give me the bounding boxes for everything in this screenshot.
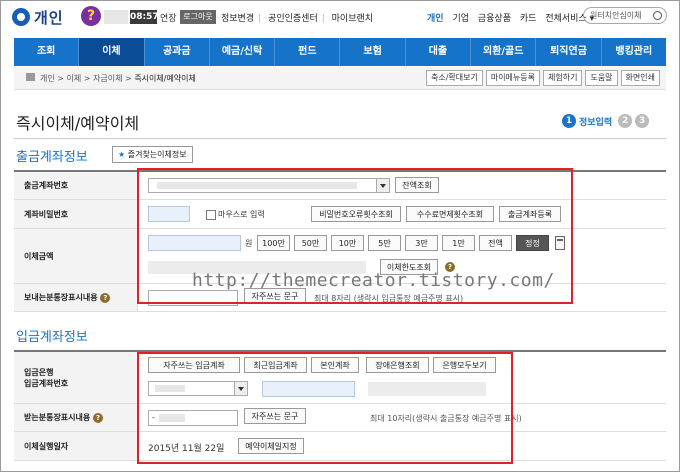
withdraw-account-label: 출금계좌번호 bbox=[14, 172, 138, 199]
top-link-profile[interactable]: 정보변경 bbox=[221, 14, 254, 24]
nav-loan[interactable]: 대출 bbox=[406, 38, 472, 66]
sender-memo-label: 보내는분통장표시내용 ? bbox=[14, 284, 138, 311]
favorite-transfer-label: 즐겨찾는이체정보 bbox=[127, 150, 187, 159]
nav-utility[interactable]: 공과금 bbox=[145, 38, 210, 66]
watermark: http://themecreator.tistory.com/ bbox=[192, 270, 555, 291]
receiver-memo-text: 받는분통장표시내용 bbox=[24, 413, 91, 422]
step-1: 1 bbox=[562, 114, 576, 128]
home-icon[interactable] bbox=[26, 73, 35, 81]
withdraw-section-title: 출금계좌정보 bbox=[16, 150, 88, 165]
breadcrumb-path: 개인 > 이체 > 자금이체 > 즉시이체/예약이체 bbox=[40, 74, 196, 83]
receiver-memo-label: 받는분통장표시내용 ? bbox=[14, 404, 138, 431]
nav-transfer[interactable]: 이체 bbox=[79, 38, 145, 66]
password-label: 계좌비밀번호 bbox=[14, 200, 138, 228]
help-icon[interactable]: ? bbox=[81, 6, 101, 26]
segment-card[interactable]: 카드 bbox=[520, 14, 537, 24]
crumb-transfer[interactable]: 이체 bbox=[67, 74, 82, 83]
title-divider bbox=[14, 138, 666, 139]
nav-inquiry[interactable]: 조회 bbox=[14, 38, 80, 66]
top-link-branch[interactable]: 마이브랜치 bbox=[332, 14, 373, 24]
deposit-bank-label: 입금은행 bbox=[24, 367, 54, 377]
nav-deposit[interactable]: 예금/신탁 bbox=[210, 38, 276, 66]
user-name-blurred bbox=[104, 10, 128, 24]
nav-banking-mgmt[interactable]: 뱅킹관리 bbox=[602, 38, 666, 66]
session-timer: 08:57 bbox=[130, 10, 159, 24]
segment-links: 개인 기업 금융상품 카드 전체서비스 ▾ bbox=[427, 11, 600, 24]
breadcrumb: 개인 > 이체 > 자금이체 > 즉시이체/예약이체 축소/확대보기 마이메뉴등… bbox=[14, 67, 666, 90]
segment-personal[interactable]: 개인 bbox=[427, 14, 444, 24]
logout-button[interactable]: 로그아웃 bbox=[180, 10, 216, 24]
nav-insurance[interactable]: 보험 bbox=[340, 38, 406, 66]
deposit-account-label: 입금은행 입금계좌번호 bbox=[14, 352, 138, 403]
breadcrumb-tools: 축소/확대보기 마이메뉴등록 체험하기 도움말 화면인쇄 bbox=[425, 70, 660, 86]
transfer-date-label: 이체실행일자 bbox=[14, 432, 138, 460]
deposit-number-label: 입금계좌번호 bbox=[24, 378, 69, 388]
print-button[interactable]: 화면인쇄 bbox=[620, 70, 660, 86]
search-icon[interactable] bbox=[653, 11, 662, 20]
segment-corporate[interactable]: 기업 bbox=[452, 14, 469, 24]
brand-label[interactable]: 개인 bbox=[34, 7, 64, 28]
step-indicator: 1 정보입력 2 3 bbox=[562, 114, 650, 128]
top-link-cert[interactable]: 공인인증센터 bbox=[268, 14, 318, 24]
step-2: 2 bbox=[618, 114, 633, 128]
segment-products[interactable]: 금융상품 bbox=[478, 14, 511, 24]
search-placeholder: 원터치안심이체 bbox=[590, 11, 642, 20]
sender-memo-text: 보내는분통장표시내용 bbox=[24, 293, 98, 302]
nav-forex[interactable]: 외환/골드 bbox=[471, 38, 537, 66]
info-icon[interactable]: ? bbox=[93, 412, 104, 423]
add-my-menu-button[interactable]: 마이메뉴등록 bbox=[485, 70, 540, 86]
amount-label: 이체금액 bbox=[14, 229, 138, 283]
page-title: 즉시이체/예약이체 bbox=[16, 114, 140, 133]
demo-button[interactable]: 체험하기 bbox=[543, 70, 583, 86]
top-bar: 개인 ? 08:57 연장 로그아웃 정보변경 | 공인인증센터 | 마이브랜치 개… bbox=[0, 0, 680, 36]
step-3: 3 bbox=[635, 114, 650, 128]
deposit-section-title: 입금계좌정보 bbox=[16, 330, 88, 345]
highlight-deposit bbox=[137, 352, 513, 464]
main-nav: 조회 이체 공과금 예금/신탁 펀드 보험 대출 외환/골드 퇴직연금 뱅킹관리 bbox=[14, 38, 666, 66]
star-icon: ★ bbox=[118, 150, 126, 159]
search-input[interactable]: 원터치안심이체 bbox=[583, 7, 667, 24]
nav-pension[interactable]: 퇴직연금 bbox=[536, 38, 602, 66]
crumb-personal[interactable]: 개인 bbox=[40, 74, 55, 83]
help-button[interactable]: 도움말 bbox=[585, 70, 618, 86]
favorite-transfer-button[interactable]: ★ 즐겨찾는이체정보 bbox=[112, 146, 193, 163]
info-icon[interactable]: ? bbox=[100, 292, 111, 303]
crumb-fund-transfer[interactable]: 자금이체 bbox=[93, 74, 122, 83]
step-current-label: 정보입력 bbox=[579, 117, 613, 128]
nav-fund[interactable]: 펀드 bbox=[275, 38, 341, 66]
extend-session-link[interactable]: 연장 bbox=[160, 11, 177, 24]
zoom-button[interactable]: 축소/확대보기 bbox=[425, 70, 483, 86]
bank-logo-icon[interactable] bbox=[12, 8, 30, 26]
crumb-current: 즉시이체/예약이체 bbox=[134, 74, 196, 83]
top-links: 정보변경 | 공인인증센터 | 마이브랜치 bbox=[221, 14, 374, 24]
